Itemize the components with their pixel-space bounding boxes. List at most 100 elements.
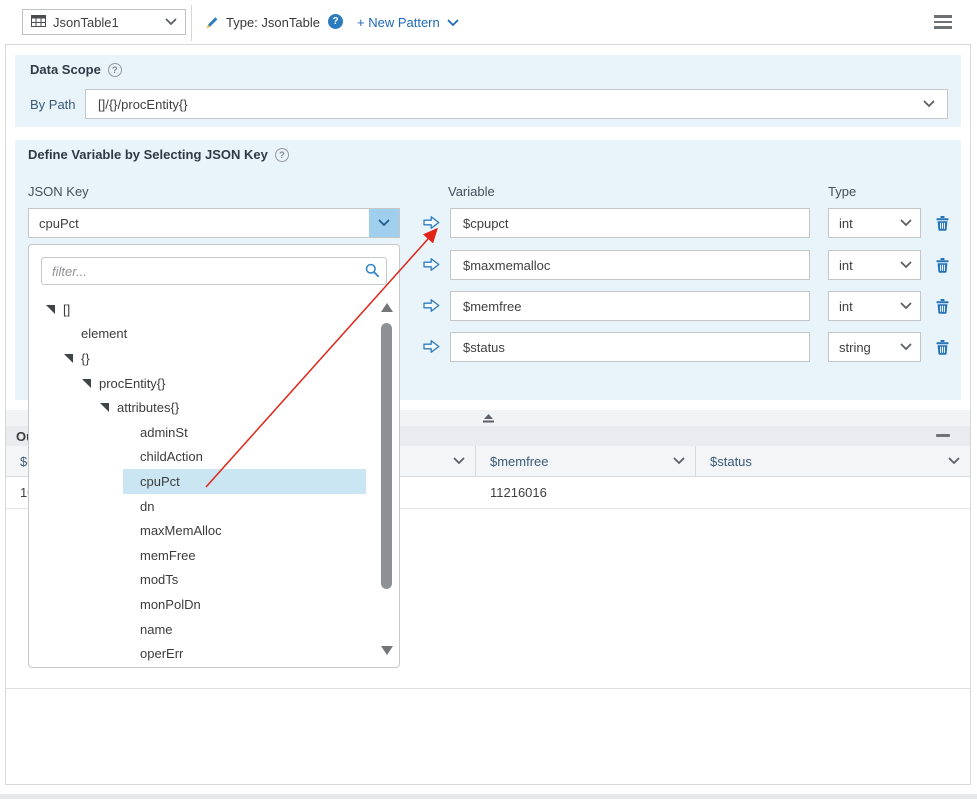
- output-cell: [696, 477, 970, 508]
- tree-item-label: name: [140, 622, 173, 637]
- type-select-value: int: [839, 299, 900, 314]
- chevron-down-icon[interactable]: [948, 457, 960, 465]
- tree-item[interactable]: attributes{}: [29, 395, 379, 420]
- chevron-down-icon: [900, 302, 912, 310]
- tree-item[interactable]: childAction: [29, 445, 379, 470]
- collapse-handle-button[interactable]: [482, 414, 495, 423]
- tree-item[interactable]: name: [29, 617, 379, 642]
- tree-item-label: element: [81, 326, 127, 341]
- type-select[interactable]: int: [828, 250, 921, 280]
- tree-item-label: attributes{}: [117, 400, 179, 415]
- top-toolbar: JsonTable1 Type: JsonTable ? + New Patte…: [0, 0, 977, 44]
- chevron-down-icon: [900, 343, 912, 351]
- type-column-label: Type: [828, 184, 856, 199]
- expand-triangle-icon[interactable]: [100, 403, 117, 412]
- output-column-header[interactable]: $memfree: [476, 446, 696, 476]
- tree-item[interactable]: monPolDn: [29, 592, 379, 617]
- json-key-column-label: JSON Key: [28, 184, 89, 199]
- type-select-value: string: [839, 340, 900, 355]
- type-select[interactable]: int: [828, 208, 921, 238]
- scroll-up-button[interactable]: [381, 303, 393, 312]
- path-select[interactable]: []/{}/procEntity{}: [85, 89, 948, 119]
- tree-item-label: maxMemAlloc: [140, 523, 222, 538]
- expand-triangle-icon[interactable]: [46, 305, 63, 314]
- new-pattern-label: + New Pattern: [357, 15, 440, 30]
- pattern-select-value: JsonTable1: [53, 15, 165, 30]
- pattern-select[interactable]: JsonTable1: [22, 9, 186, 35]
- output-column-header[interactable]: $status: [696, 446, 970, 476]
- tree-item[interactable]: procEntity{}: [29, 371, 379, 396]
- chevron-down-icon: [165, 18, 177, 26]
- tree-item-label: adminSt: [140, 425, 188, 440]
- scroll-down-button[interactable]: [381, 646, 393, 655]
- path-select-value: []/{}/procEntity{}: [98, 97, 923, 112]
- output-cell: 11216016: [476, 477, 696, 508]
- page-bottom-divider: [0, 794, 977, 799]
- tree-item[interactable]: operErr: [29, 641, 379, 666]
- type-select-value: int: [839, 216, 900, 231]
- tree-item-label: memFree: [140, 548, 196, 563]
- chevron-down-icon[interactable]: [453, 457, 465, 465]
- output-column-label: $status: [710, 454, 948, 469]
- json-key-value: cpuPct: [29, 209, 369, 237]
- tree-item-label: []: [63, 302, 70, 317]
- tree-item[interactable]: maxMemAlloc: [29, 518, 379, 543]
- tree-item-label: procEntity{}: [99, 376, 166, 391]
- variable-input[interactable]: [450, 250, 810, 280]
- scroll-thumb[interactable]: [381, 323, 392, 589]
- new-pattern-button[interactable]: + New Pattern: [357, 15, 459, 30]
- delete-row-button[interactable]: [936, 340, 949, 358]
- chevron-down-icon: [900, 261, 912, 269]
- tree-item-label: childAction: [140, 449, 203, 464]
- tree-item-label: {}: [81, 351, 90, 366]
- type-select[interactable]: int: [828, 291, 921, 321]
- tree-item[interactable]: cpuPct: [29, 469, 379, 494]
- json-key-dropdown-panel: [] element {} procEntity{} attributes{} admin…: [28, 244, 400, 668]
- help-icon[interactable]: ?: [328, 14, 343, 29]
- pattern-type-label: Type: JsonTable: [226, 15, 320, 30]
- tree-item[interactable]: element: [29, 322, 379, 347]
- tree-item[interactable]: adminSt: [29, 420, 379, 445]
- combobox-toggle-button[interactable]: [369, 209, 399, 237]
- menu-button[interactable]: [934, 15, 952, 32]
- help-icon[interactable]: ?: [108, 63, 122, 77]
- tree-item-label: monPolDn: [140, 597, 201, 612]
- tree-item[interactable]: {}: [29, 346, 379, 371]
- filter-input[interactable]: [41, 257, 387, 285]
- define-variable-title: Define Variable by Selecting JSON Key ?: [28, 147, 289, 162]
- map-arrow-icon: [423, 339, 440, 357]
- tree-item[interactable]: modTs: [29, 568, 379, 593]
- data-scope-title: Data Scope ?: [30, 62, 122, 77]
- tree-item[interactable]: memFree: [29, 543, 379, 568]
- variable-column-label: Variable: [448, 184, 495, 199]
- table-icon: [31, 15, 46, 30]
- chevron-down-icon[interactable]: [673, 457, 685, 465]
- help-icon[interactable]: ?: [275, 148, 289, 162]
- map-arrow-icon: [423, 257, 440, 275]
- type-select[interactable]: string: [828, 332, 921, 362]
- json-key-combobox[interactable]: cpuPct: [28, 208, 400, 238]
- delete-row-button[interactable]: [936, 299, 949, 317]
- output-column-label: $memfree: [490, 454, 673, 469]
- map-arrow-icon: [423, 215, 440, 233]
- tree-item[interactable]: dn: [29, 494, 379, 519]
- expand-triangle-icon[interactable]: [64, 354, 81, 363]
- tree-item-label: modTs: [140, 572, 178, 587]
- collapse-up-icon: [482, 414, 495, 423]
- delete-row-button[interactable]: [936, 216, 949, 234]
- variable-input[interactable]: [450, 291, 810, 321]
- json-key-tree: [] element {} procEntity{} attributes{} admin…: [29, 297, 379, 666]
- chevron-down-icon: [447, 19, 459, 27]
- variable-input[interactable]: [450, 332, 810, 362]
- output-table-bottom-border: [6, 688, 970, 689]
- edit-pencil-icon[interactable]: [203, 14, 219, 33]
- delete-row-button[interactable]: [936, 258, 949, 276]
- type-select-value: int: [839, 258, 900, 273]
- dropdown-scrollbar: [380, 301, 393, 657]
- minimize-button[interactable]: [936, 434, 950, 437]
- chevron-down-icon: [923, 100, 935, 108]
- tree-item[interactable]: []: [29, 297, 379, 322]
- expand-triangle-icon[interactable]: [82, 379, 99, 388]
- tree-item-label: operErr: [140, 646, 183, 661]
- variable-input[interactable]: [450, 208, 810, 238]
